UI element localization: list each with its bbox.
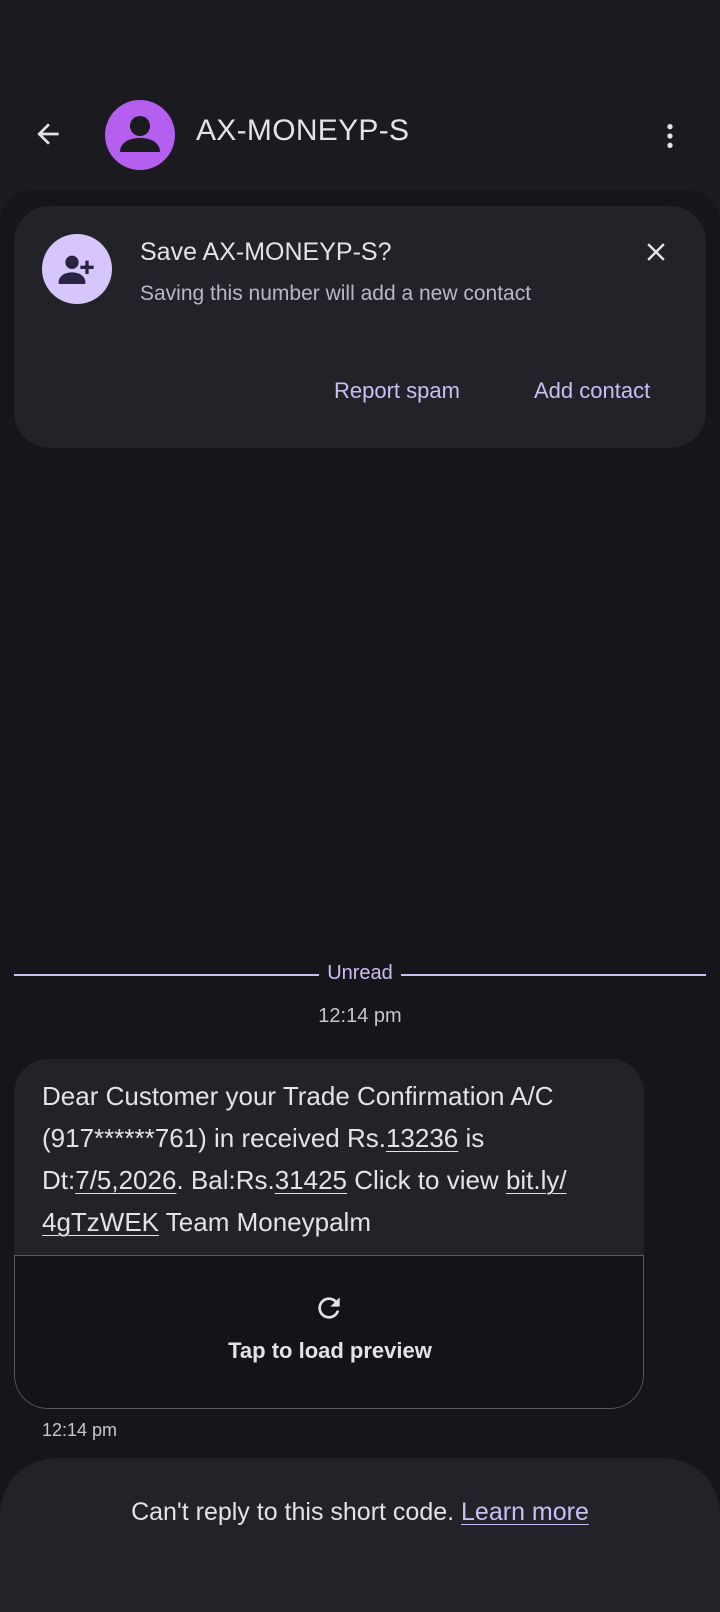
save-card-subtitle: Saving this number will add a new contac… xyxy=(140,282,532,305)
refresh-icon xyxy=(311,1290,347,1326)
top-app-bar: AX-MONEYP-S xyxy=(0,0,720,190)
divider-line xyxy=(401,974,706,976)
report-spam-button[interactable]: Report spam xyxy=(334,378,460,404)
unread-divider: Unread xyxy=(14,962,706,988)
amount-link[interactable]: 13236 xyxy=(386,1123,458,1153)
date-link[interactable]: 7/5,2026 xyxy=(75,1165,176,1195)
add-contact-button[interactable]: Add contact xyxy=(534,378,650,404)
close-icon xyxy=(647,243,665,261)
arrow-back-icon xyxy=(37,123,59,145)
short-code-notice: Can't reply to this short code. Learn mo… xyxy=(0,1498,720,1527)
person-icon xyxy=(120,116,160,152)
short-code-text: Can't reply to this short code. xyxy=(131,1498,462,1526)
save-contact-card: Save AX-MONEYP-S? Saving this number wil… xyxy=(14,206,706,448)
close-button[interactable] xyxy=(636,232,676,272)
message-text-part: . Bal:Rs. xyxy=(176,1165,275,1195)
more-options-button[interactable] xyxy=(646,112,694,160)
message-text-part: Team Moneypalm xyxy=(159,1207,371,1237)
balance-link[interactable]: 31425 xyxy=(275,1165,347,1195)
link-preview-button[interactable]: Tap to load preview xyxy=(14,1255,644,1409)
save-card-title: Save AX-MONEYP-S? xyxy=(140,238,392,266)
contact-title: AX-MONEYP-S xyxy=(196,114,410,147)
more-vert-icon xyxy=(667,124,673,148)
message-bubble[interactable]: Dear Customer your Trade Confirmation A/… xyxy=(14,1059,644,1409)
divider-line xyxy=(14,974,319,976)
avatar[interactable] xyxy=(105,100,175,170)
message-text-part: Click to view xyxy=(347,1165,506,1195)
learn-more-link[interactable]: Learn more xyxy=(461,1498,589,1526)
back-button[interactable] xyxy=(24,110,72,158)
reply-bar: Can't reply to this short code. Learn mo… xyxy=(0,1458,720,1612)
unread-label: Unread xyxy=(327,962,393,984)
message-text[interactable]: Dear Customer your Trade Confirmation A/… xyxy=(42,1075,622,1243)
message-timestamp: 12:14 pm xyxy=(42,1420,118,1440)
preview-label: Tap to load preview xyxy=(228,1338,432,1363)
person-add-icon xyxy=(42,234,112,304)
date-stamp: 12:14 pm xyxy=(318,1005,402,1027)
